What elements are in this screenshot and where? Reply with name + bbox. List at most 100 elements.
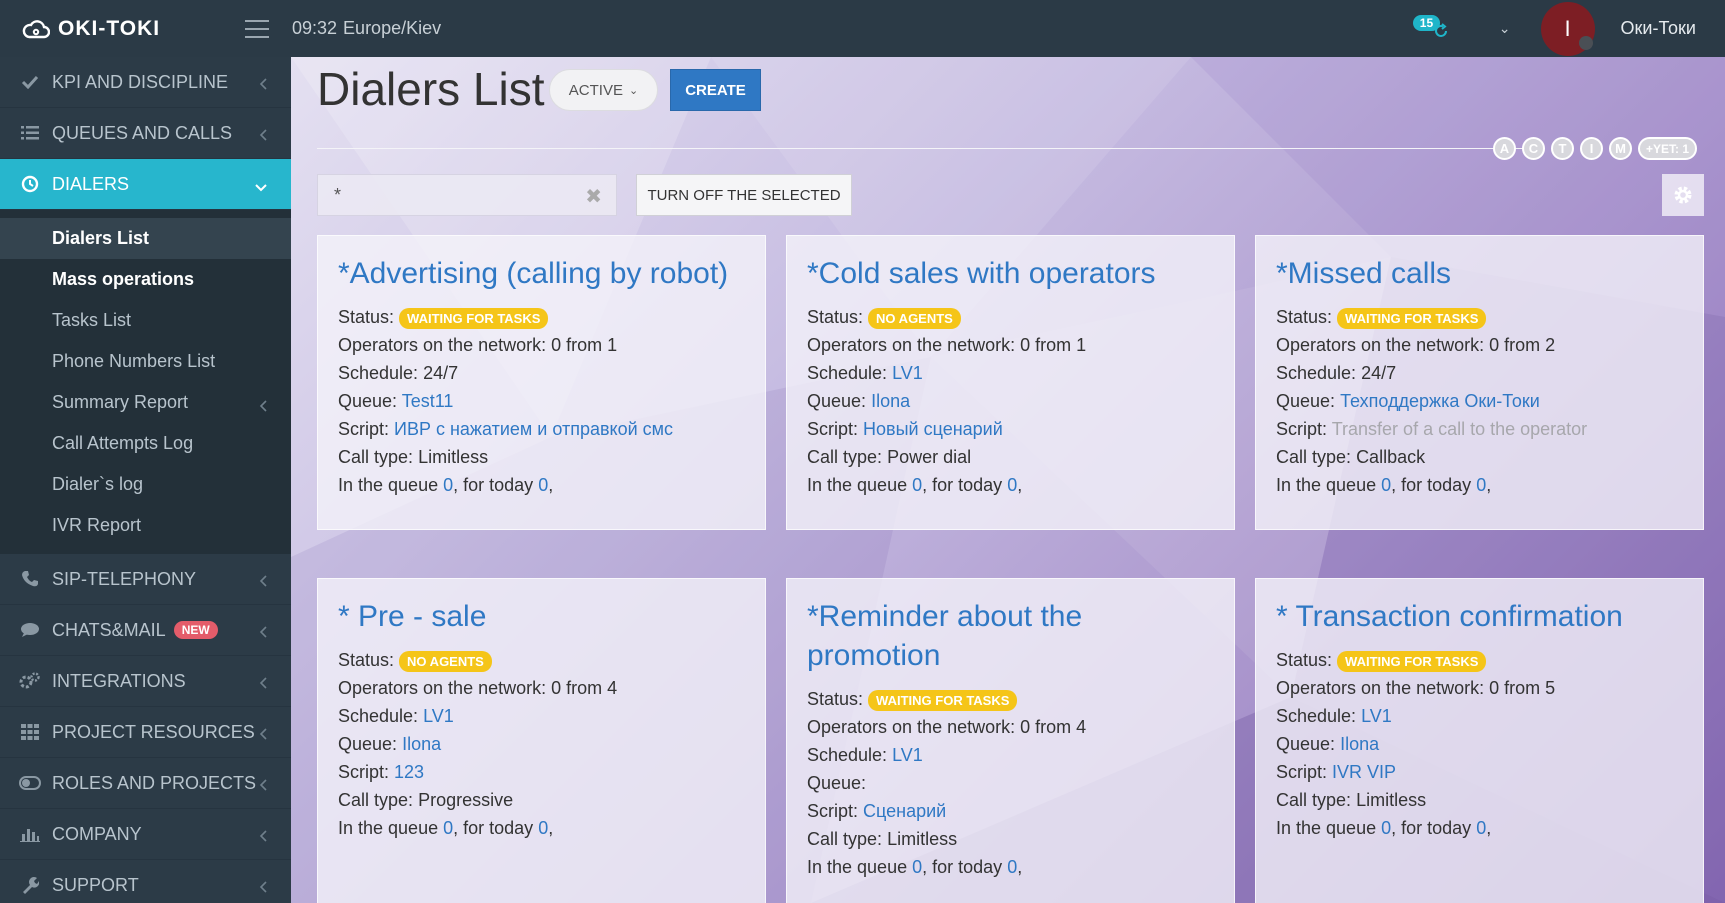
turn-off-selected-button[interactable]: TURN OFF THE SELECTED (636, 174, 852, 216)
sub-label: Tasks List (52, 310, 132, 330)
sub-dialers-list[interactable]: Dialers List (0, 218, 291, 259)
create-button[interactable]: CREATE (670, 69, 761, 111)
dialer-title-link[interactable]: * Transaction confirmation (1276, 597, 1683, 636)
dialer-title-link[interactable]: *Missed calls (1276, 254, 1683, 293)
sub-ivr-report[interactable]: IVR Report (0, 505, 291, 546)
sub-tasks-list[interactable]: Tasks List (0, 300, 291, 341)
nav-support[interactable]: SUPPORT (0, 860, 291, 903)
status-badge: WAITING FOR TASKS (399, 307, 549, 329)
sub-call-attempts-log[interactable]: Call Attempts Log (0, 423, 291, 464)
script-link[interactable]: IVR VIP (1332, 762, 1396, 782)
queue-link[interactable]: Test11 (402, 391, 454, 411)
sub-label: Dialer`s log (52, 474, 144, 494)
queue-link[interactable]: Ilona (402, 734, 441, 754)
for-today-label: , for today (453, 475, 534, 495)
nav-label: SUPPORT (52, 874, 139, 895)
script-link[interactable]: Новый сценарий (863, 419, 1003, 439)
nav-integrations[interactable]: INTEGRATIONS (0, 656, 291, 707)
sub-label: IVR Report (52, 515, 142, 535)
check-icon (19, 75, 41, 89)
today-link[interactable]: 0 (1007, 475, 1017, 495)
schedule-label: Schedule: (1276, 706, 1357, 726)
nav-label: PROJECT RESOURCES (52, 721, 255, 742)
sub-mass-operations[interactable]: Mass operations (0, 259, 291, 300)
in-queue-link[interactable]: 0 (1381, 818, 1391, 838)
status-label: Status: (1276, 650, 1333, 670)
dialer-title-link[interactable]: * Pre - sale (338, 597, 745, 636)
chevron-left-icon (259, 571, 267, 592)
script-link[interactable]: Сценарий (863, 801, 946, 821)
sub-phone-numbers[interactable]: Phone Numbers List (0, 341, 291, 382)
clock: 09:32 Europe/Kiev (292, 18, 441, 39)
script-link[interactable]: 123 (394, 762, 424, 782)
chevron-left-icon (259, 396, 267, 417)
avatar[interactable]: I (1540, 1, 1595, 56)
operators-value: 0 from 4 (1020, 717, 1087, 737)
queue-link[interactable]: Техподдержка Оки-Токи (1340, 391, 1540, 411)
status-label: Status: (1276, 307, 1333, 327)
status-badge: NO AGENTS (868, 307, 961, 329)
clear-icon[interactable]: ✖ (585, 184, 602, 209)
schedule-link[interactable]: LV1 (423, 706, 454, 726)
settings-button[interactable] (1662, 174, 1704, 216)
letter-filter-m[interactable]: M (1609, 137, 1632, 160)
operators-label: Operators on the network: (1276, 678, 1485, 698)
chevron-left-icon (259, 724, 267, 745)
today-link[interactable]: 0 (1476, 475, 1486, 495)
in-queue-link[interactable]: 0 (443, 475, 453, 495)
script-label: Script: (1276, 419, 1328, 439)
in-queue-link[interactable]: 0 (912, 475, 922, 495)
schedule-value: 24/7 (1361, 363, 1397, 383)
queue-link[interactable]: Ilona (871, 391, 910, 411)
username[interactable]: Оки-Токи (1621, 18, 1696, 39)
sub-dialers-log[interactable]: Dialer`s log (0, 464, 291, 505)
today-link[interactable]: 0 (538, 818, 548, 838)
search-input[interactable]: * ✖ (317, 174, 617, 216)
nav-queues[interactable]: QUEUES AND CALLS (0, 108, 291, 159)
nav-project-resources[interactable]: PROJECT RESOURCES (0, 707, 291, 758)
script-label: Script: (807, 801, 859, 821)
nav-dialers[interactable]: DIALERS (0, 159, 291, 210)
schedule-link[interactable]: LV1 (892, 745, 923, 765)
operators-value: 0 from 2 (1489, 335, 1556, 355)
today-link[interactable]: 0 (1476, 818, 1486, 838)
in-queue-link[interactable]: 0 (443, 818, 453, 838)
active-filter-dropdown[interactable]: ACTIVE ⌄ (549, 69, 658, 111)
toggle-icon (19, 776, 41, 790)
in-queue-link[interactable]: 0 (912, 857, 922, 877)
nav-chats-mail[interactable]: CHATS&MAIL NEW (0, 605, 291, 656)
logo-text: OKI-TOKI (58, 16, 161, 40)
operators-label: Operators on the network: (807, 717, 1016, 737)
letter-filter-a[interactable]: A (1493, 137, 1516, 160)
schedule-label: Schedule: (338, 706, 419, 726)
dialer-title-link[interactable]: *Advertising (calling by robot) (338, 254, 745, 293)
schedule-label: Schedule: (807, 745, 888, 765)
chevron-down-icon[interactable]: ⌄ (1499, 20, 1511, 37)
more-letters-badge[interactable]: +YET: 1 (1638, 137, 1698, 160)
today-link[interactable]: 0 (1007, 857, 1017, 877)
queue-link[interactable]: Ilona (1340, 734, 1379, 754)
cloud-icon (22, 19, 50, 38)
script-link[interactable]: ИВР с нажатием и отправкой смс (394, 419, 673, 439)
nav-kpi[interactable]: KPI AND DISCIPLINE (0, 57, 291, 108)
in-queue-link[interactable]: 0 (1381, 475, 1391, 495)
schedule-value: 24/7 (423, 363, 459, 383)
in-queue-label: In the queue (338, 818, 439, 838)
letter-filter-t[interactable]: T (1551, 137, 1574, 160)
sub-summary-report[interactable]: Summary Report (0, 382, 291, 423)
dialer-title-link[interactable]: *Cold sales with operators (807, 254, 1214, 293)
sub-label: Mass operations (52, 269, 195, 289)
today-link[interactable]: 0 (538, 475, 548, 495)
chevron-left-icon (259, 775, 267, 796)
schedule-link[interactable]: LV1 (892, 363, 923, 383)
calltype-label: Call type: (807, 447, 883, 467)
notifications-button[interactable]: 15 (1412, 9, 1453, 49)
dialer-title-link[interactable]: *Reminder about the promotion (807, 597, 1214, 675)
nav-roles-projects[interactable]: ROLES AND PROJECTS (0, 758, 291, 809)
letter-filter-i[interactable]: I (1580, 137, 1603, 160)
nav-sip-telephony[interactable]: SIP-TELEPHONY (0, 554, 291, 605)
letter-filter-c[interactable]: C (1522, 137, 1545, 160)
nav-company[interactable]: COMPANY (0, 809, 291, 860)
schedule-link[interactable]: LV1 (1361, 706, 1392, 726)
menu-toggle-icon[interactable] (245, 19, 269, 38)
